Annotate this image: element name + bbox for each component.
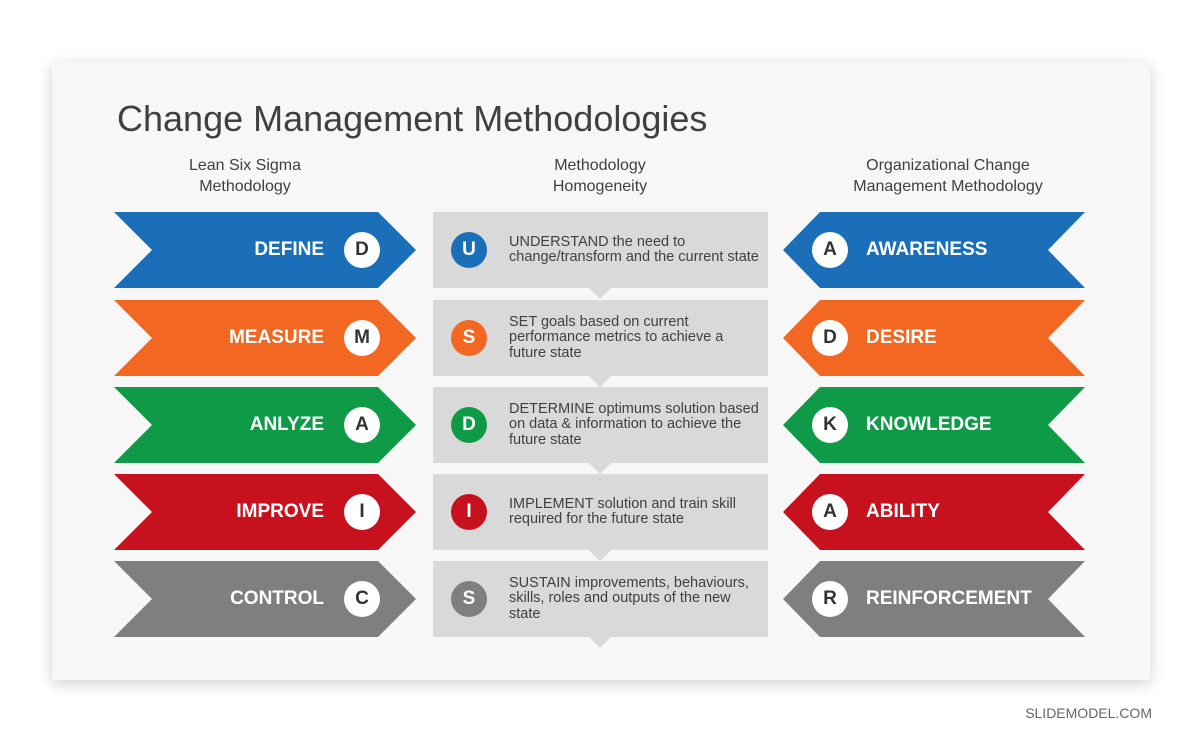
letter-circle: A [812,232,848,268]
column-header-left: Lean Six Sigma Methodology [145,155,345,197]
column-header-center: Methodology Homogeneity [500,155,700,197]
pointer-triangle [589,550,611,561]
left-label: IMPROVE [236,501,324,522]
description: SUSTAIN improvements, behaviours, skills… [509,574,749,622]
left-label: CONTROL [230,588,324,609]
page-title: Change Management Methodologies [117,98,708,139]
center-text: SET goals based on current performance m… [509,300,759,376]
right-label: AWARENESS [866,239,988,260]
center-box: S SET goals based on current performance… [433,300,768,387]
letter-circle: M [344,320,380,356]
center-box: I IMPLEMENT solution and train skill req… [433,474,768,561]
letter-circle: S [451,320,487,356]
header-line: Management Methodology [853,178,1043,195]
right-chevron-awareness: A AWARENESS [783,212,1085,288]
column-header-right: Organizational Change Management Methodol… [820,155,1076,197]
center-text: DETERMINE optimums solution based on dat… [509,387,759,463]
pointer-triangle [589,637,611,648]
center-box: U UNDERSTAND the need to change/transfor… [433,212,768,299]
header-line: Homogeneity [552,178,648,195]
left-chevron-anlyze: ANLYZE A [114,387,416,463]
letter-circle: I [344,494,380,530]
brand-watermark: SLIDEMODEL.COM [1025,705,1152,721]
description: UNDERSTAND the need to change/transform … [509,233,759,265]
left-chevron-improve: IMPROVE I [114,474,416,550]
letter-circle: D [812,320,848,356]
right-label: ABILITY [866,501,940,522]
left-label: DEFINE [254,239,324,260]
center-box: S SUSTAIN improvements, behaviours, skil… [433,561,768,648]
letter-circle: S [451,581,487,617]
left-chevron-define: DEFINE D [114,212,416,288]
header-line: Lean Six Sigma [188,157,302,174]
header-line: Methodology [554,157,646,174]
left-label: ANLYZE [249,414,324,435]
letter-circle: A [344,407,380,443]
letter-circle: I [451,494,487,530]
description: IMPLEMENT solution and train skill requi… [509,495,736,527]
right-label: KNOWLEDGE [866,414,992,435]
description: SET goals based on current performance m… [509,313,724,361]
right-label: REINFORCEMENT [866,588,1032,609]
letter-circle: C [344,581,380,617]
pointer-triangle [589,288,611,299]
header-line: Methodology [199,178,291,195]
pointer-triangle [589,376,611,387]
left-chevron-measure: MEASURE M [114,300,416,376]
right-chevron-reinforcement: R REINFORCEMENT [783,561,1085,637]
description: DETERMINE optimums solution based on dat… [509,400,759,448]
left-label: MEASURE [228,327,324,348]
pointer-triangle [589,463,611,474]
center-text: UNDERSTAND the need to change/transform … [509,212,759,288]
letter-circle: A [812,494,848,530]
letter-circle: D [344,232,380,268]
letter-circle: U [451,232,487,268]
letter-circle: K [812,407,848,443]
letter-circle: R [812,581,848,617]
right-chevron-desire: D DESIRE [783,300,1085,376]
right-chevron-knowledge: K KNOWLEDGE [783,387,1085,463]
right-chevron-ability: A ABILITY [783,474,1085,550]
center-text: SUSTAIN improvements, behaviours, skills… [509,561,759,637]
center-text: IMPLEMENT solution and train skill requi… [509,474,759,550]
left-chevron-control: CONTROL C [114,561,416,637]
center-box: D DETERMINE optimums solution based on d… [433,387,768,474]
header-line: Organizational Change [866,157,1030,174]
right-label: DESIRE [866,327,937,348]
letter-circle: D [451,407,487,443]
